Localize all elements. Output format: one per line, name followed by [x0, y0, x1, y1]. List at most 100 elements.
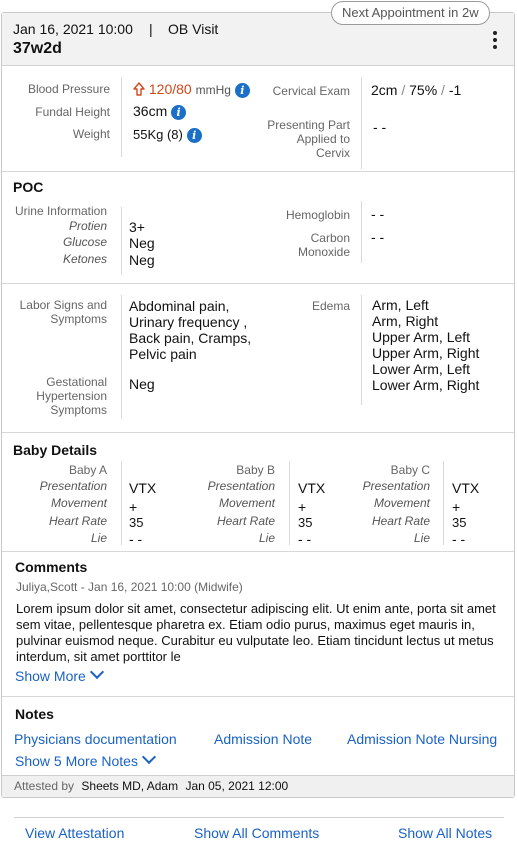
- show-more-notes-label: Show 5 More Notes: [15, 753, 138, 769]
- divider: [361, 77, 362, 169]
- divider: [361, 201, 362, 263]
- baby-name: Baby B: [236, 463, 275, 477]
- attested-date: Jan 05, 2021 12:00: [185, 779, 289, 793]
- fundal-height-value: 36cm: [133, 103, 168, 119]
- divider: [121, 295, 122, 419]
- presenting-part-value: - -: [373, 119, 387, 135]
- labor-signs-values: Abdominal pain, Urinary frequency , Back…: [129, 298, 251, 362]
- hemoglobin-label: Hemoglobin: [285, 208, 350, 222]
- movement-label: Movement: [373, 496, 430, 510]
- edema-item: Upper Arm, Left: [372, 329, 471, 345]
- section-divider: [2, 283, 514, 284]
- cervical-exam-value: 2cm / 75% / -1: [371, 82, 461, 98]
- cervical-exam-label: Cervical Exam: [272, 84, 350, 98]
- heart-rate-label: Heart Rate: [216, 514, 275, 528]
- weight-label: Weight: [72, 127, 110, 141]
- section-divider: [2, 551, 514, 552]
- blood-pressure-value-row: 120/80 mmHg i: [133, 81, 250, 98]
- comment-author-meta: Juliya,Scott - Jan 16, 2021 10:00 (Midwi…: [16, 580, 243, 594]
- fundal-height-label: Fundal Height: [35, 105, 110, 119]
- info-icon[interactable]: i: [186, 127, 202, 143]
- baby-details-title: Baby Details: [13, 442, 98, 458]
- urine-label: Urine Information: [14, 204, 107, 218]
- baby-heart-rate: 35: [298, 515, 313, 530]
- baby-name: Baby A: [68, 463, 107, 477]
- labor-sign: Abdominal pain,: [129, 298, 230, 314]
- cervical-effacement: 75%: [409, 82, 438, 98]
- divider: [121, 207, 122, 275]
- note-link-physicians-documentation[interactable]: Physicians documentation: [14, 731, 177, 747]
- baby-heart-rate: 35: [452, 515, 467, 530]
- protein-value: 3+: [129, 219, 145, 235]
- note-link-admission-note[interactable]: Admission Note: [214, 731, 312, 747]
- baby-movement: +: [298, 499, 307, 515]
- lie-label: Lie: [90, 531, 107, 545]
- divider: [443, 461, 444, 545]
- notes-title: Notes: [15, 706, 54, 722]
- lie-label: Lie: [258, 531, 275, 545]
- movement-label: Movement: [218, 496, 275, 510]
- section-divider: [2, 171, 514, 172]
- divider: [121, 461, 122, 545]
- presentation-label: Presentation: [362, 479, 430, 493]
- edema-item: Lower Arm, Right: [372, 377, 480, 393]
- glucose-label: Glucose: [62, 235, 107, 249]
- section-divider: [2, 432, 514, 433]
- comments-title: Comments: [15, 559, 88, 575]
- info-icon[interactable]: i: [171, 104, 187, 120]
- labor-sign: Urinary frequency ,: [129, 314, 248, 330]
- comment-text: Lorem ipsum dolor sit amet, consectetur …: [16, 601, 496, 664]
- presentation-label: Presentation: [207, 479, 275, 493]
- divider: [289, 461, 290, 545]
- ketones-value: Neg: [129, 252, 155, 268]
- attested-by-name: Sheets MD, Adam: [81, 779, 179, 793]
- edema-item: Arm, Left: [372, 297, 429, 313]
- baby-heart-rate: 35: [129, 515, 144, 530]
- carbon-monoxide-value: - -: [371, 229, 385, 245]
- baby-presentation: VTX: [298, 480, 326, 496]
- slash: /: [401, 82, 406, 98]
- attestation-footer: Attested by Sheets MD, Adam Jan 05, 2021…: [2, 775, 514, 797]
- ob-visit-card: Jan 16, 2021 10:00 | OB Visit 37w2d Next…: [1, 1, 515, 798]
- heart-rate-label: Heart Rate: [371, 514, 430, 528]
- edema-values: Arm, Left Arm, Right Upper Arm, Left Upp…: [372, 297, 479, 393]
- blood-pressure-unit: mmHg: [195, 83, 231, 97]
- gestational-age: 37w2d: [13, 40, 62, 57]
- note-link-admission-note-nursing[interactable]: Admission Note Nursing: [347, 731, 497, 747]
- labor-signs-label: Labor Signs and Symptoms: [19, 298, 107, 326]
- show-all-notes-link[interactable]: Show All Notes: [398, 825, 492, 841]
- cervical-dilation: 2cm: [371, 82, 398, 98]
- visit-type: OB Visit: [168, 21, 219, 37]
- baby-lie: - -: [452, 531, 466, 547]
- info-icon[interactable]: i: [234, 82, 250, 98]
- arrow-up-alert-icon: [133, 82, 145, 96]
- view-attestation-link[interactable]: View Attestation: [25, 825, 124, 841]
- poc-title: POC: [13, 179, 44, 195]
- divider: [121, 77, 122, 157]
- baby-lie: - -: [129, 531, 143, 547]
- gestational-hypertension-value: Neg: [129, 376, 155, 392]
- actions-divider: [14, 817, 504, 818]
- next-appointment-badge: Next Appointment in 2w: [331, 1, 490, 25]
- cervical-station: -1: [448, 82, 462, 98]
- attested-by-label: Attested by: [14, 779, 75, 793]
- carbon-monoxide-label: Carbon Monoxide: [297, 231, 350, 259]
- visit-date: Jan 16, 2021 10:00: [13, 21, 133, 37]
- weight-row: 55Kg (8) i: [133, 126, 202, 143]
- movement-label: Movement: [50, 496, 107, 510]
- show-all-comments-link[interactable]: Show All Comments: [194, 825, 319, 841]
- baby-lie: - -: [298, 531, 312, 547]
- glucose-value: Neg: [129, 235, 155, 251]
- show-more-notes-link[interactable]: Show 5 More Notes: [15, 749, 157, 769]
- presentation-label: Presentation: [39, 479, 107, 493]
- divider: [361, 295, 362, 405]
- show-more-comments-link[interactable]: Show More: [15, 664, 104, 684]
- presenting-part-label: Presenting Part Applied to Cervix: [267, 118, 350, 160]
- protein-label: Protien: [68, 219, 107, 233]
- heart-rate-label: Heart Rate: [48, 514, 107, 528]
- kebab-menu-icon[interactable]: [490, 31, 500, 49]
- hemoglobin-value: - -: [371, 206, 385, 222]
- baby-presentation: VTX: [452, 480, 480, 496]
- labor-sign: Back pain, Cramps,: [129, 330, 252, 346]
- edema-item: Arm, Right: [372, 313, 439, 329]
